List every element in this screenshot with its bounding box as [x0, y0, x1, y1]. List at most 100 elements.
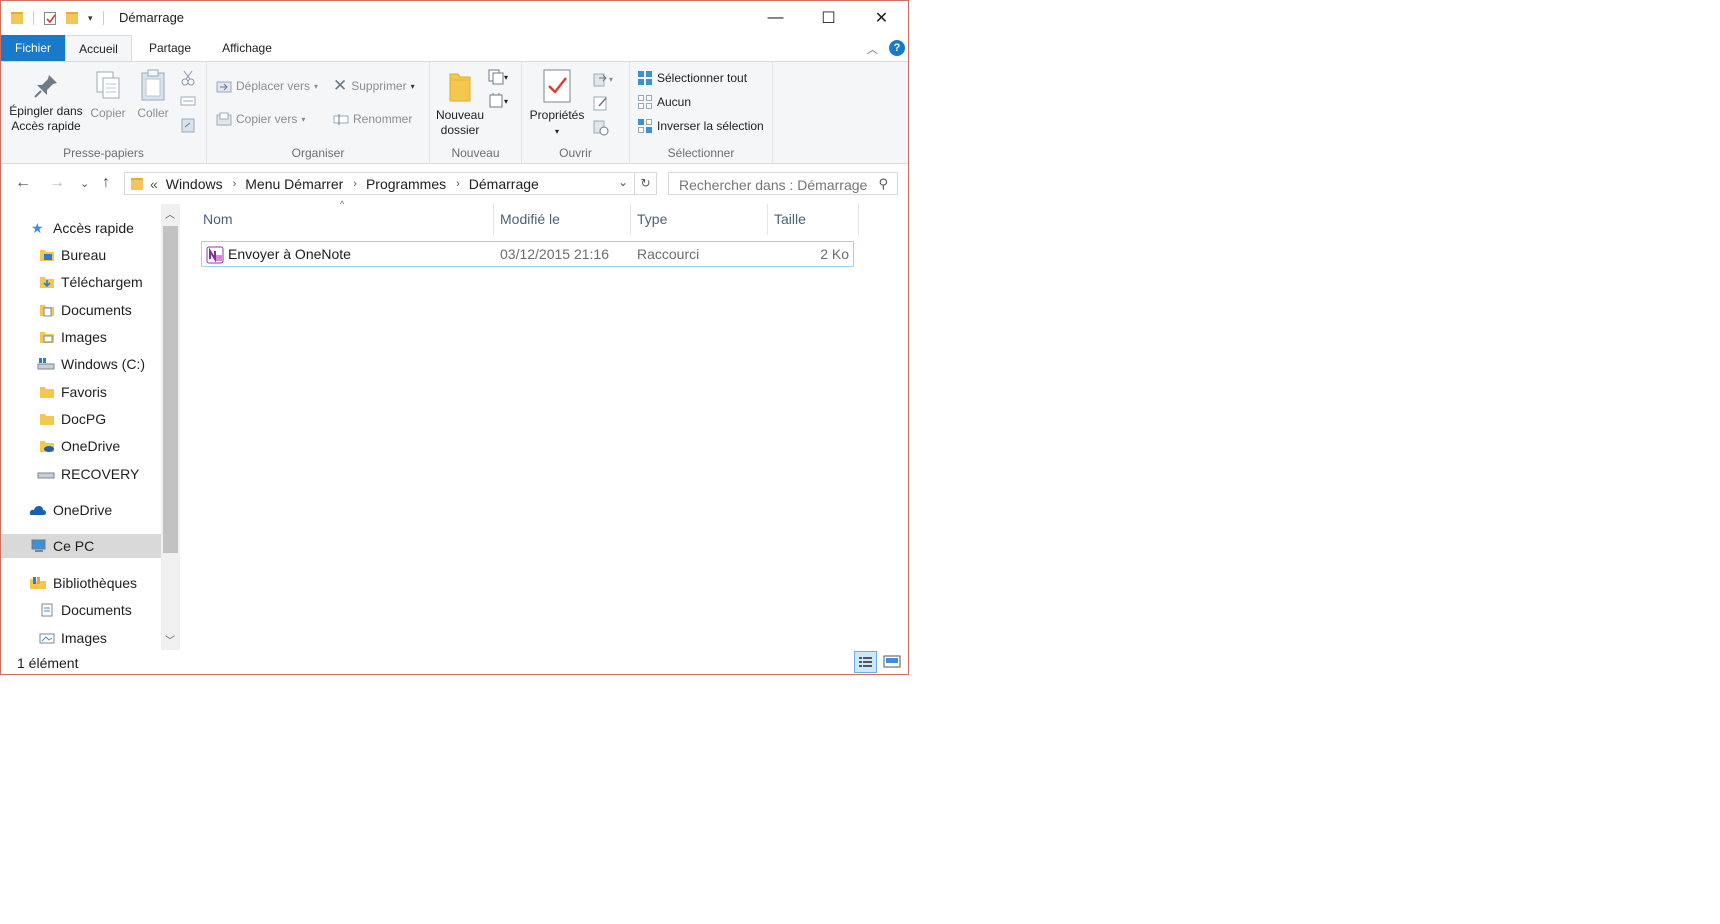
delete-icon: ✕ — [333, 76, 348, 95]
nav-quick-access-label: Accès rapide — [53, 220, 134, 236]
history-icon[interactable] — [593, 120, 609, 139]
large-icons-view-icon — [883, 655, 901, 668]
column-header-type[interactable]: Type — [631, 204, 768, 235]
recent-locations-button[interactable]: ⌄ — [80, 177, 89, 190]
breadcrumb-windows[interactable]: Windows — [166, 176, 223, 192]
onedrive-cloud-icon — [29, 503, 47, 517]
collapse-ribbon-icon[interactable]: ︿ — [867, 41, 878, 57]
details-view-icon — [859, 657, 872, 667]
properties-quick-icon[interactable] — [44, 11, 56, 25]
breadcrumb-separator[interactable]: › — [456, 178, 460, 190]
refresh-button[interactable]: ↻ — [635, 172, 657, 195]
back-button[interactable]: ← — [15, 174, 31, 192]
breadcrumb-separator[interactable]: › — [353, 178, 357, 190]
search-box[interactable]: ⚲ — [668, 172, 898, 195]
forward-button[interactable]: → — [49, 174, 65, 192]
rename-button[interactable]: Renommer — [333, 112, 412, 126]
large-icons-view-button[interactable] — [881, 651, 904, 673]
invert-selection-button[interactable]: Inverser la sélection — [637, 118, 764, 134]
drive-icon — [37, 467, 55, 481]
libraries-icon — [29, 576, 47, 590]
tab-accueil[interactable]: Accueil — [65, 35, 132, 62]
pin-icon — [34, 75, 57, 98]
group-open: Propriétés ▾ ▾ Ouvrir — [522, 62, 630, 163]
scroll-thumb[interactable] — [163, 226, 178, 553]
customize-toolbar-icon[interactable]: ▾ — [88, 13, 93, 24]
pin-quick-access-button[interactable]: Épingler dans Accès rapide — [7, 72, 85, 134]
new-folder-quick-icon[interactable] — [66, 12, 78, 24]
tab-fichier[interactable]: Fichier — [1, 35, 65, 61]
overflow-chevron[interactable]: « — [150, 176, 158, 192]
new-folder-button[interactable]: Nouveau dossier — [434, 70, 486, 138]
address-history-icon[interactable]: ⌄ — [618, 175, 628, 189]
tab-affichage[interactable]: Affichage — [209, 35, 285, 61]
select-none-label: Aucun — [657, 95, 692, 109]
search-icon[interactable]: ⚲ — [878, 176, 888, 192]
nav-item-label: Favoris — [61, 384, 107, 400]
table-row[interactable]: Envoyer à OneNote 03/12/2015 21:16 Racco… — [201, 241, 854, 267]
delete-button[interactable]: ✕ Supprimer ▾ — [333, 76, 415, 95]
documents-library-icon — [39, 603, 55, 617]
nav-this-pc-label: Ce PC — [53, 538, 95, 554]
column-header-name[interactable]: Nom — [197, 204, 494, 235]
new-item-button[interactable]: ▾ — [488, 69, 508, 85]
properties-dropdown-icon[interactable]: ▾ — [555, 127, 559, 136]
group-clipboard: Épingler dans Accès rapide Copier Coller… — [1, 62, 207, 163]
select-none-button[interactable]: Aucun — [637, 94, 691, 110]
edit-icon[interactable] — [593, 95, 609, 114]
open-button[interactable]: ▾ — [593, 71, 613, 87]
help-icon[interactable]: ? — [889, 40, 905, 56]
open-icon — [593, 73, 607, 87]
paste-shortcut-icon[interactable] — [181, 117, 195, 136]
nav-item-label: OneDrive — [61, 438, 121, 454]
maximize-button[interactable]: ☐ — [802, 1, 855, 35]
rename-label: Renommer — [353, 112, 413, 126]
properties-button[interactable]: Propriétés ▾ — [527, 68, 587, 139]
details-view-button[interactable] — [854, 651, 877, 673]
cut-icon[interactable] — [181, 70, 195, 89]
copy-button[interactable]: Copier — [87, 70, 129, 121]
search-input[interactable] — [677, 174, 871, 195]
paste-button[interactable]: Coller — [133, 68, 173, 121]
nav-scrollbar[interactable]: ︿ ﹀ — [161, 204, 180, 650]
file-size: 2 Ko — [820, 246, 849, 262]
address-bar[interactable]: « Windows › Menu Démarrer › Programmes › Dé… — [124, 172, 635, 195]
column-header-size[interactable]: Taille — [768, 204, 859, 235]
select-group-label: Sélectionner — [667, 146, 735, 160]
properties-icon — [543, 69, 571, 103]
star-icon: ★ — [31, 220, 44, 236]
scroll-up-icon[interactable]: ︿ — [165, 206, 175, 221]
nav-onedrive-label: OneDrive — [53, 502, 113, 518]
breadcrumb-menu-demarrer[interactable]: Menu Démarrer — [245, 176, 343, 192]
scroll-down-icon[interactable]: ﹀ — [165, 632, 175, 647]
new-folder-label-1: Nouveau — [435, 108, 485, 122]
up-button[interactable]: ↑ — [102, 174, 110, 192]
easy-access-button[interactable]: ▾ — [488, 93, 508, 109]
breadcrumb-programmes[interactable]: Programmes — [366, 176, 446, 192]
close-button[interactable]: ✕ — [855, 1, 908, 35]
breadcrumb-demarrage[interactable]: Démarrage — [469, 176, 539, 192]
move-to-icon — [216, 81, 232, 93]
nav-libraries-label: Bibliothèques — [53, 575, 138, 591]
move-to-label: Déplacer vers — [236, 79, 311, 93]
drive-icon — [37, 357, 55, 371]
tab-partage[interactable]: Partage — [137, 35, 203, 61]
column-header-modified[interactable]: Modifié le — [494, 204, 631, 235]
breadcrumb-separator[interactable]: › — [233, 178, 237, 190]
quick-access-toolbar: ▾ — [11, 10, 104, 26]
folder-icon — [39, 385, 55, 399]
nav-item-label: Images — [61, 329, 107, 345]
minimize-button[interactable]: — — [749, 1, 802, 35]
copy-icon — [96, 71, 120, 99]
select-all-icon — [638, 71, 652, 85]
move-to-button[interactable]: Déplacer vers ▾ — [216, 79, 318, 93]
copy-path-icon[interactable] — [180, 95, 196, 110]
nav-item-label: Téléchargeme — [61, 274, 143, 290]
copy-to-button[interactable]: Copier vers ▾ — [216, 112, 305, 126]
select-none-icon — [638, 95, 652, 109]
properties-label: Propriétés — [529, 108, 585, 122]
ribbon: Épingler dans Accès rapide Copier Coller… — [1, 61, 908, 164]
select-all-button[interactable]: Sélectionner tout — [637, 70, 747, 86]
nav-item-label: Windows (C:) — [61, 356, 146, 372]
clipboard-group-label: Presse-papiers — [63, 146, 144, 160]
